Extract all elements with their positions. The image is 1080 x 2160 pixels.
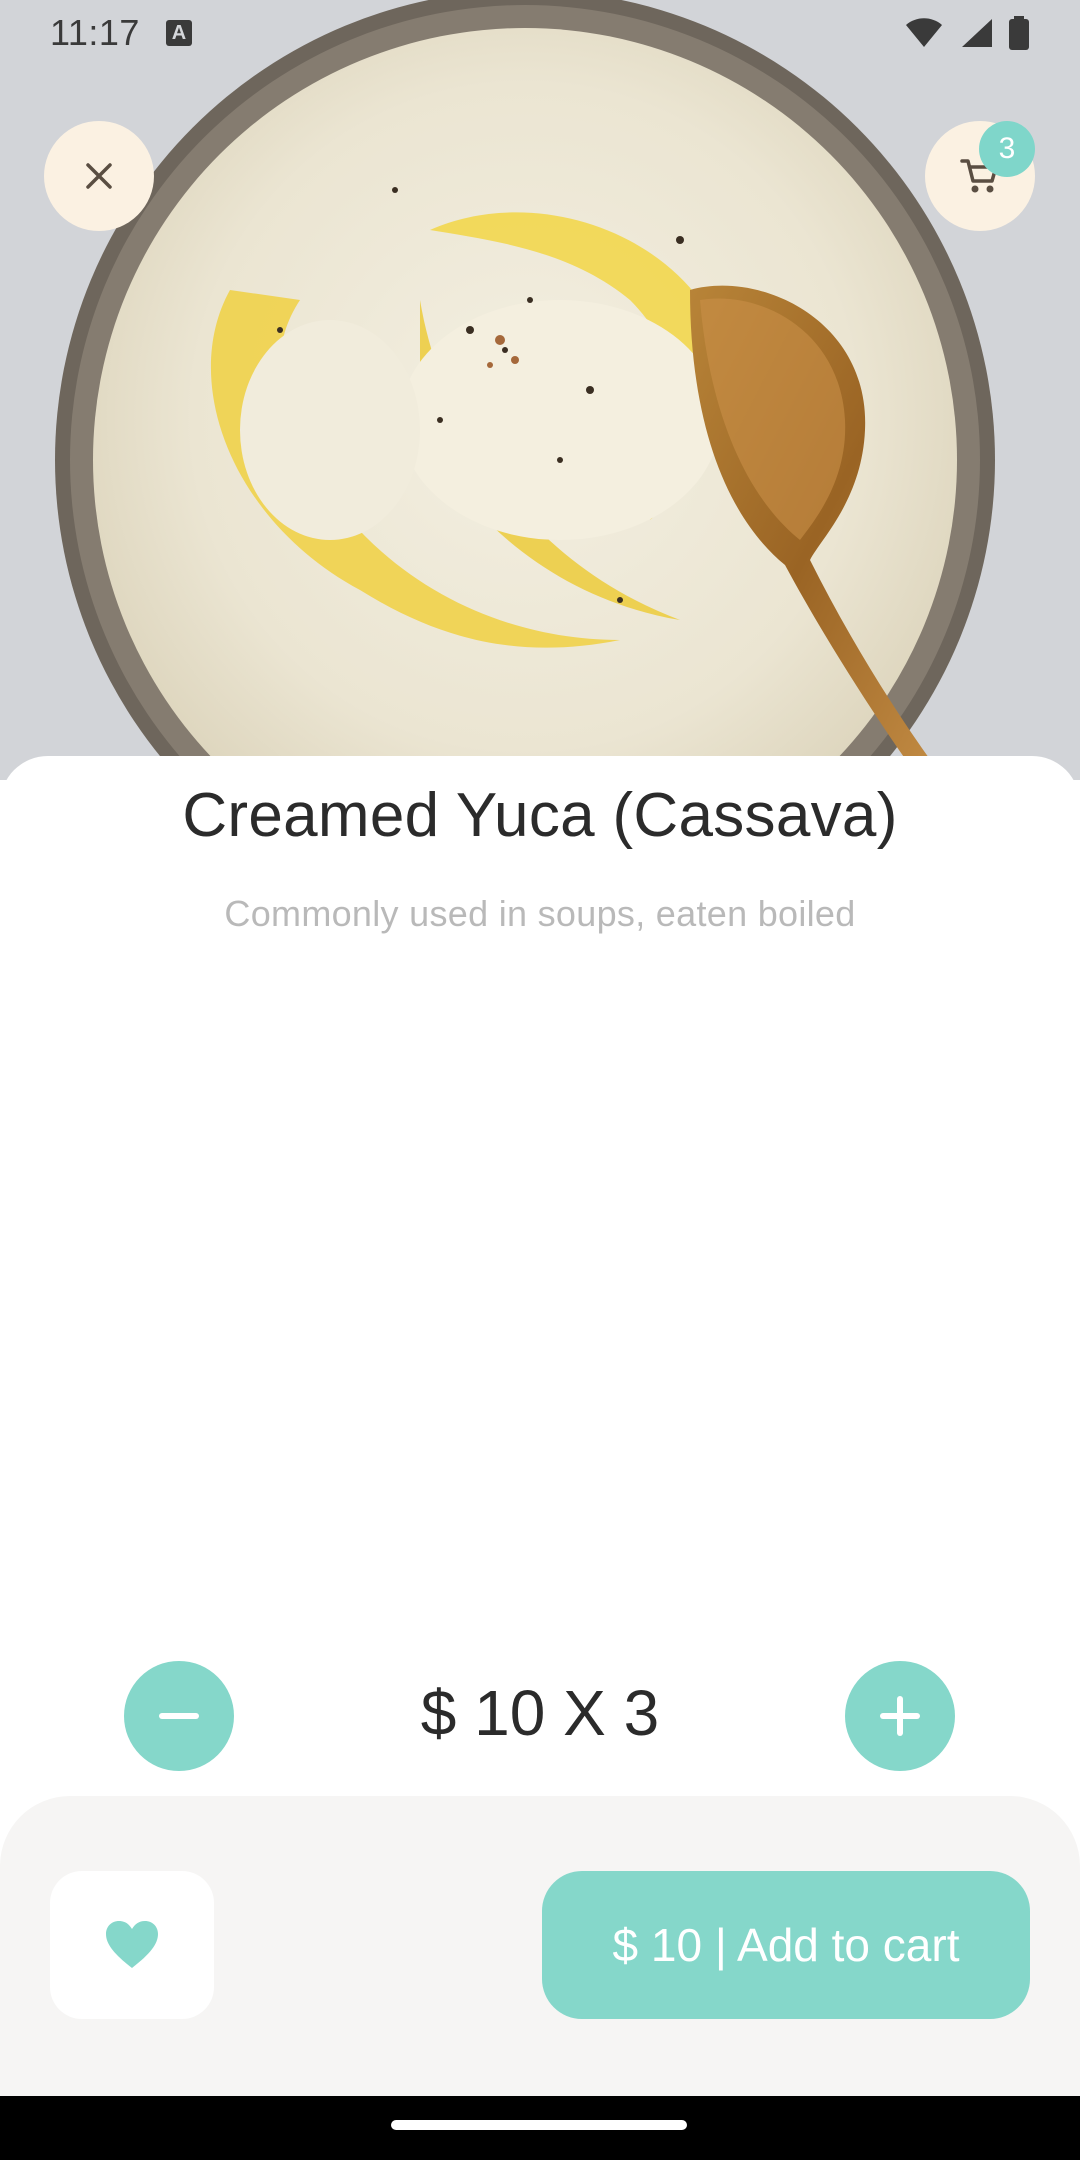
add-to-cart-button[interactable]: $ 10 | Add to cart [542,1871,1030,2019]
wifi-icon [906,18,942,47]
add-to-cart-label: $ 10 | Add to cart [612,1919,960,1971]
signal-icon [962,19,992,47]
close-icon [86,163,112,189]
home-indicator[interactable] [391,2120,687,2130]
status-bar: 11:17 A [0,0,1080,66]
product-detail-screen: 11:17 A 3 Creamed Yuca (Cassava) Commonl… [0,0,1080,2160]
product-image [0,0,1080,780]
increase-quantity-button[interactable] [845,1661,955,1771]
product-title: Creamed Yuca (Cassava) [182,781,898,850]
minus-icon [159,1713,199,1719]
price-quantity-display: $ 10 X 3 [420,1677,660,1749]
status-time: 11:17 [50,12,140,53]
status-right [904,16,1030,50]
creamed-yuca-illustration [0,0,1080,780]
keyboard-a-icon: A [165,20,192,46]
decrease-quantity-button[interactable] [124,1661,234,1771]
cart-count-badge: 3 [979,121,1035,177]
close-button[interactable] [44,121,154,231]
status-left: 11:17 A [50,12,192,54]
heart-icon [106,1921,158,1968]
plus-icon [880,1696,920,1736]
product-description: Commonly used in soups, eaten boiled [224,893,856,934]
battery-icon [1009,16,1029,50]
favorite-button[interactable] [50,1871,214,2019]
navigation-bar [0,2096,1080,2160]
